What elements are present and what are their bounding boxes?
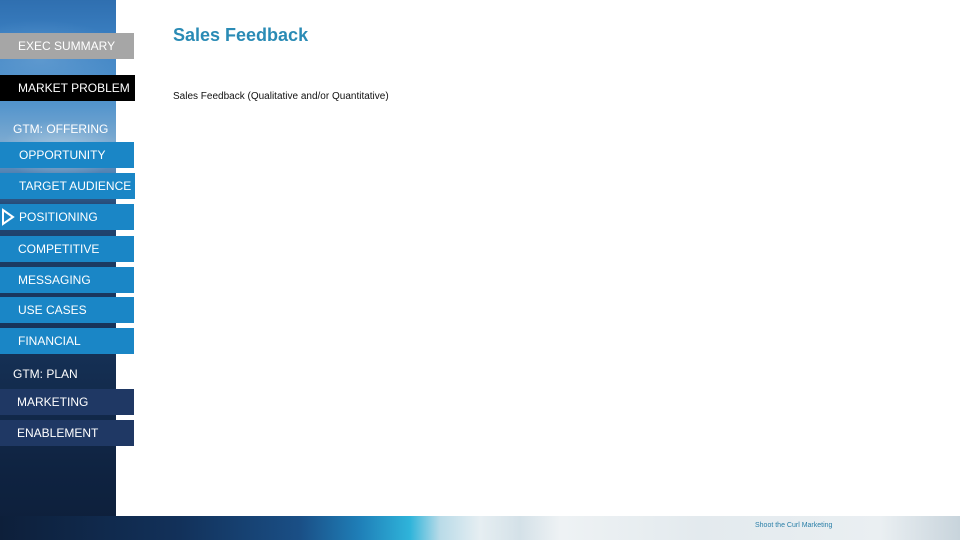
content-panel	[116, 0, 960, 516]
footer-brand: Shoot the Curl Marketing	[755, 522, 833, 529]
active-indicator-icon	[2, 208, 15, 226]
nav-opportunity[interactable]: OPPORTUNITY	[0, 142, 134, 168]
nav-use-cases[interactable]: USE CASES	[0, 297, 134, 323]
nav-financial[interactable]: FINANCIAL	[0, 328, 134, 354]
nav-market-problem-label: MARKET PROBLEM	[18, 81, 130, 95]
nav-exec-summary[interactable]: EXEC SUMMARY	[0, 33, 134, 59]
nav-target-audience-label: TARGET AUDIENCE	[19, 179, 132, 193]
nav-competitive[interactable]: COMPETITIVE	[0, 236, 134, 262]
nav-messaging[interactable]: MESSAGING	[0, 267, 134, 293]
page-title: Sales Feedback	[173, 25, 309, 45]
nav-financial-label: FINANCIAL	[18, 334, 81, 348]
nav-messaging-label: MESSAGING	[18, 273, 91, 287]
nav-target-audience[interactable]: TARGET AUDIENCE	[0, 173, 135, 199]
nav-marketing-label: MARKETING	[17, 395, 89, 409]
nav-positioning[interactable]: POSITIONING	[0, 204, 134, 230]
nav-competitive-label: COMPETITIVE	[18, 242, 100, 256]
section-label-gtm-offering: GTM: OFFERING	[13, 122, 109, 136]
nav-enablement-label: ENABLEMENT	[17, 426, 99, 440]
nav-exec-summary-label: EXEC SUMMARY	[18, 39, 116, 53]
section-label-gtm-plan: GTM: PLAN	[13, 367, 78, 381]
page-subtitle: Sales Feedback (Qualitative and/or Quant…	[173, 91, 389, 102]
nav-opportunity-label: OPPORTUNITY	[19, 148, 106, 162]
nav-use-cases-label: USE CASES	[18, 303, 87, 317]
nav-marketing[interactable]: MARKETING	[0, 389, 134, 415]
slide: EXEC SUMMARY MARKET PROBLEM GTM: OFFERIN…	[0, 0, 960, 540]
nav-market-problem[interactable]: MARKET PROBLEM	[0, 75, 135, 101]
nav-enablement[interactable]: ENABLEMENT	[0, 420, 134, 446]
nav-positioning-label: POSITIONING	[19, 210, 98, 224]
